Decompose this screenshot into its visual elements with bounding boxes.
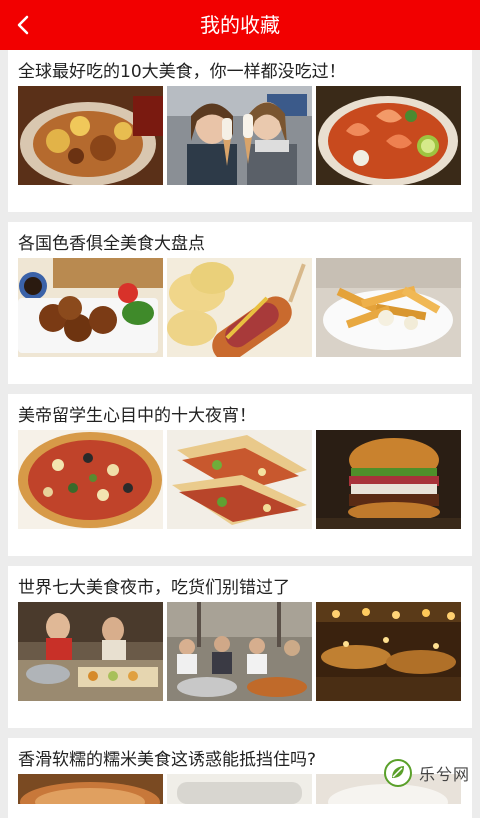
page-title: 我的收藏: [200, 13, 280, 37]
food-thumbnail[interactable]: [18, 430, 163, 529]
leaf-circle-icon: [383, 759, 412, 787]
back-button[interactable]: [0, 0, 46, 50]
favorite-card[interactable]: 世界七大美食夜市，吃货们别错过了: [8, 566, 472, 728]
favorite-title: 世界七大美食夜市，吃货们别错过了: [18, 578, 290, 598]
watermark-logo: 乐兮网: [383, 756, 470, 790]
food-thumbnail[interactable]: [18, 602, 163, 701]
food-thumbnail[interactable]: [316, 602, 461, 701]
food-thumbnail[interactable]: [167, 602, 312, 701]
food-thumbnail[interactable]: [316, 430, 461, 529]
favorite-card[interactable]: 各国色香俱全美食大盘点: [8, 222, 472, 384]
food-thumbnail[interactable]: [316, 86, 461, 185]
food-thumbnail[interactable]: [18, 86, 163, 185]
food-thumbnail[interactable]: [18, 258, 163, 357]
favorite-title: 全球最好吃的10大美食，你一样都没吃过！: [18, 62, 346, 82]
favorite-card[interactable]: 美帝留学生心目中的十大夜宵！: [8, 394, 472, 556]
food-thumbnail[interactable]: [167, 258, 312, 357]
favorite-card[interactable]: 全球最好吃的10大美食，你一样都没吃过！: [8, 50, 472, 212]
chevron-left-icon: [17, 15, 29, 35]
food-thumbnail[interactable]: [167, 430, 312, 529]
food-thumbnail[interactable]: [167, 86, 312, 185]
favorite-title: 各国色香俱全美食大盘点: [18, 234, 205, 254]
watermark-text: 乐兮网: [418, 765, 470, 784]
favorite-title: 美帝留学生心目中的十大夜宵！: [18, 406, 256, 426]
food-thumbnail[interactable]: [316, 258, 461, 357]
header-bar: 我的收藏: [0, 0, 480, 50]
